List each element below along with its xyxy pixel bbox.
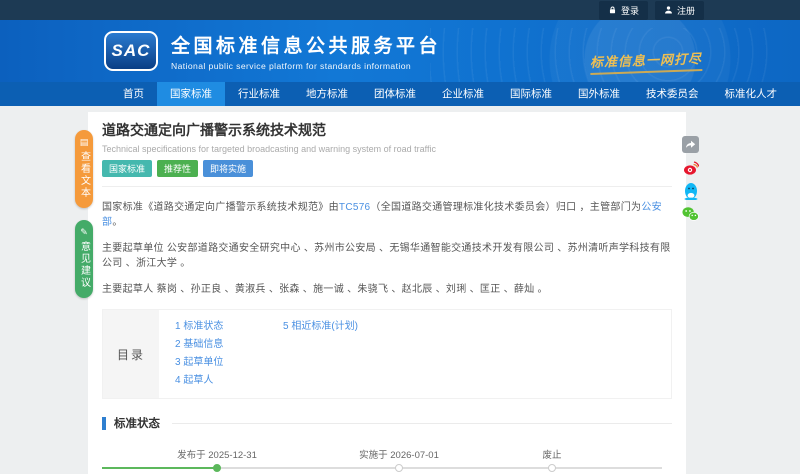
section-accent-bar: [102, 416, 106, 430]
status-section-header: 标准状态: [102, 415, 672, 431]
nav-item[interactable]: 国外标准: [565, 82, 633, 106]
standard-tag: 即将实施: [203, 160, 254, 177]
nav-item[interactable]: 首页: [110, 82, 157, 106]
site-subtitle: National public service platform for sta…: [171, 61, 412, 71]
timeline-progress: [102, 467, 217, 469]
header-rule: [172, 422, 672, 424]
toc-link[interactable]: 5 相近标准(计划): [283, 318, 391, 336]
divider: [102, 186, 672, 187]
wechat-icon[interactable]: [682, 205, 699, 222]
qq-icon[interactable]: [682, 182, 699, 200]
site-title: 全国标准信息公共服务平台: [171, 36, 442, 57]
nav-item[interactable]: 标准化人才: [712, 82, 791, 106]
side-tab-group: ▤ 查看文本 ✎ 意见建议: [75, 130, 93, 298]
timeline-dot: [213, 464, 221, 472]
nav-item[interactable]: 地方标准: [293, 82, 361, 106]
side-tab-label: 查看文本: [78, 151, 90, 199]
standard-title-en: Technical specifications for targeted br…: [102, 144, 437, 154]
standard-title-cn: 道路交通定向广播警示系统技术规范: [102, 122, 326, 138]
toc-link[interactable]: 4 起草人: [175, 372, 283, 390]
register-button[interactable]: 注册: [654, 0, 704, 20]
tc-link[interactable]: TC576: [339, 202, 371, 213]
share-column: [682, 136, 699, 222]
timeline-dot: [548, 464, 556, 472]
standard-tag-row: 国家标准 推荐性 即将实施: [102, 160, 672, 177]
status-section-title: 标准状态: [114, 418, 160, 430]
status-timeline: 发布于 2025-12-31 实施于 2026-07-01 废止: [102, 441, 668, 474]
sac-logo: SAC: [104, 31, 158, 71]
login-button[interactable]: 登录: [598, 0, 648, 20]
weibo-icon[interactable]: [682, 159, 699, 176]
nav-item[interactable]: 技术委员会: [633, 82, 712, 106]
timeline-label: 实施于 2026-07-01: [359, 450, 439, 461]
nav-item[interactable]: 企业标准: [429, 82, 497, 106]
toc-column: 1 标准状态 2 基础信息 3 起草单位 4 起草人: [175, 318, 283, 390]
nav-item[interactable]: 行业标准: [225, 82, 293, 106]
feedback-tab[interactable]: ✎ 意见建议: [75, 220, 93, 298]
toc-column: 5 相近标准(计划): [283, 318, 391, 390]
top-bar: 登录 注册: [0, 0, 800, 20]
nav-item[interactable]: 团体标准: [361, 82, 429, 106]
nav-item[interactable]: 国际标准: [497, 82, 565, 106]
view-text-tab[interactable]: ▤ 查看文本: [75, 130, 93, 208]
intro-paragraph: 国家标准《道路交通定向广播警示系统技术规范》由TC576（全国道路交通管理标准化…: [102, 202, 662, 228]
edit-icon: ✎: [80, 227, 88, 237]
toc-label: 目录: [103, 310, 159, 398]
person-icon: [664, 5, 673, 15]
site-banner: SAC 全国标准信息公共服务平台 National public service…: [0, 20, 800, 82]
document-icon: ▤: [79, 137, 89, 147]
nav-item[interactable]: 国家标准: [157, 82, 225, 106]
main-nav: 首页 国家标准 行业标准 地方标准 团体标准 企业标准 国际标准 国外标准 技术委员会 标准化人才: [0, 82, 800, 106]
side-tab-label: 意见建议: [78, 241, 90, 289]
drafters-paragraph: 主要起草人 蔡岗 、孙正良 、黄淑兵 、张森 、施一诚 、朱骁飞 、赵北辰 、刘…: [102, 284, 548, 295]
toc-box: 目录 1 标准状态 2 基础信息 3 起草单位 4 起草人 5 相近标准(计划): [102, 309, 672, 399]
lock-icon: [608, 5, 617, 15]
standard-detail-card: 道路交通定向广播警示系统技术规范 Technical specification…: [88, 112, 686, 474]
share-icon[interactable]: [682, 136, 699, 153]
standard-tag: 国家标准: [102, 160, 153, 177]
drafting-units-paragraph: 主要起草单位 公安部道路交通安全研究中心 、苏州市公安局 、无锡华通智能交通技术…: [102, 243, 671, 269]
toc-link[interactable]: 3 起草单位: [175, 354, 283, 372]
toc-links: 1 标准状态 2 基础信息 3 起草单位 4 起草人 5 相近标准(计划): [159, 310, 391, 398]
toc-link[interactable]: 2 基础信息: [175, 336, 283, 354]
timeline-dot: [395, 464, 403, 472]
toc-link[interactable]: 1 标准状态: [175, 318, 283, 336]
timeline-label: 废止: [542, 450, 562, 461]
timeline-label: 发布于 2025-12-31: [177, 450, 257, 461]
standard-tag: 推荐性: [157, 160, 199, 177]
banner-slogan: 标准信息一网打尽: [589, 48, 703, 75]
